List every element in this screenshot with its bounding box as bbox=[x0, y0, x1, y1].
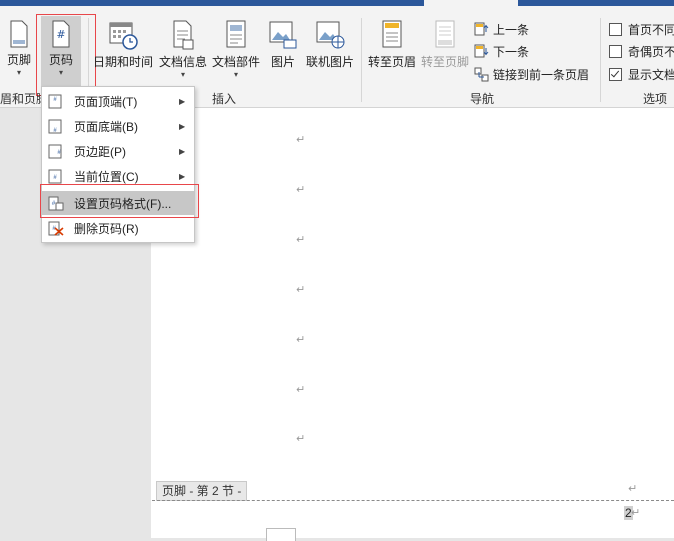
menu-item-label: 删除页码(R) bbox=[74, 221, 139, 236]
paragraph-mark: ↵ bbox=[296, 333, 306, 346]
chevron-down-icon: ▾ bbox=[180, 70, 185, 79]
previous-button[interactable]: 上一条 bbox=[474, 21, 529, 38]
next-page-edge bbox=[266, 528, 296, 541]
svg-text:#: # bbox=[56, 28, 65, 41]
checkbox-box-checked bbox=[609, 68, 622, 81]
previous-icon bbox=[474, 22, 489, 36]
footer-boundary-line bbox=[152, 500, 674, 501]
doc-parts-label: 文档部件 bbox=[211, 55, 260, 69]
checkbox-box bbox=[609, 23, 622, 36]
remove-page-number-icon: # bbox=[48, 221, 64, 236]
picture-label: 图片 bbox=[270, 55, 295, 69]
different-first-page-checkbox[interactable]: 首页不同 bbox=[609, 21, 674, 38]
goto-footer-icon bbox=[435, 20, 455, 48]
footer-icon bbox=[10, 20, 28, 48]
paragraph-mark: ↵ bbox=[296, 383, 306, 396]
current-position-number-icon: # bbox=[48, 169, 62, 184]
menu-item-top-of-page[interactable]: # 页面顶端(T) ▶ bbox=[42, 89, 194, 113]
page-top-number-icon: # bbox=[48, 94, 62, 109]
goto-footer-label: 转至页脚 bbox=[420, 55, 469, 69]
link-previous-button[interactable]: 链接到前一条页眉 bbox=[474, 66, 589, 83]
online-picture-icon bbox=[316, 21, 345, 49]
goto-footer-button[interactable]: 转至页脚 bbox=[419, 20, 471, 70]
chevron-down-icon: ▾ bbox=[16, 68, 21, 77]
goto-header-button[interactable]: 转至页眉 bbox=[366, 20, 418, 70]
page-number-button-label: 页码 bbox=[48, 53, 73, 67]
doc-parts-button[interactable]: 文档部件 ▾ bbox=[210, 20, 262, 79]
doc-info-button[interactable]: 文档信息 ▾ bbox=[157, 20, 209, 79]
highlight-frame-format-item bbox=[40, 184, 199, 218]
goto-header-label: 转至页眉 bbox=[367, 55, 416, 69]
calendar-clock-icon bbox=[109, 22, 138, 50]
chevron-down-icon: ▾ bbox=[58, 68, 63, 77]
menu-item-bottom-of-page[interactable]: # 页面底端(B) ▶ bbox=[42, 114, 194, 138]
doc-info-label: 文档信息 bbox=[158, 55, 207, 69]
date-time-button[interactable]: 日期和时间 bbox=[91, 20, 155, 70]
paragraph-mark: ↵ bbox=[296, 183, 306, 196]
link-icon bbox=[474, 67, 489, 82]
document-info-icon bbox=[173, 20, 194, 50]
next-button[interactable]: 下一条 bbox=[474, 43, 529, 60]
previous-label: 上一条 bbox=[493, 23, 530, 37]
different-odd-even-label: 奇偶页不 bbox=[628, 45, 674, 59]
online-picture-label: 联机图片 bbox=[305, 55, 354, 69]
show-document-text-label: 显示文档 bbox=[628, 68, 674, 82]
paragraph-mark: ↵ bbox=[296, 432, 306, 445]
menu-item-label: 当前位置(C) bbox=[74, 169, 139, 184]
group-separator bbox=[361, 18, 362, 102]
picture-button[interactable]: 图片 bbox=[266, 20, 300, 70]
submenu-arrow-icon: ▶ bbox=[179, 146, 186, 156]
group-separator bbox=[600, 18, 601, 102]
page-number-dropdown-menu: # 页面顶端(T) ▶ # 页面底端(B) ▶ # 页边距(P) ▶ # 当前位… bbox=[41, 86, 195, 243]
online-picture-button[interactable]: 联机图片 bbox=[304, 20, 356, 70]
submenu-arrow-icon: ▶ bbox=[179, 171, 186, 181]
group-label-navigation: 导航 bbox=[470, 92, 495, 106]
page-bottom-number-icon: # bbox=[48, 119, 62, 134]
menu-item-label: 页边距(P) bbox=[74, 144, 126, 159]
paragraph-mark: ↵ bbox=[296, 233, 306, 246]
page-number-icon: # bbox=[52, 20, 70, 48]
submenu-arrow-icon: ▶ bbox=[179, 96, 186, 106]
menu-item-page-margins[interactable]: # 页边距(P) ▶ bbox=[42, 139, 194, 163]
paragraph-mark: ↵ bbox=[296, 133, 306, 146]
paragraph-mark: ↵ bbox=[631, 506, 641, 519]
show-document-text-checkbox[interactable]: 显示文档 bbox=[609, 66, 674, 83]
menu-item-remove-page-numbers[interactable]: # 删除页码(R) bbox=[42, 216, 194, 240]
submenu-arrow-icon: ▶ bbox=[179, 121, 186, 131]
page-margin-number-icon: # bbox=[48, 144, 62, 159]
different-odd-even-checkbox[interactable]: 奇偶页不 bbox=[609, 43, 674, 60]
document-page[interactable] bbox=[151, 108, 674, 538]
menu-item-label: 页面顶端(T) bbox=[74, 94, 138, 109]
document-parts-icon bbox=[226, 20, 246, 48]
date-time-label: 日期和时间 bbox=[92, 55, 153, 69]
chevron-down-icon: ▾ bbox=[233, 70, 238, 79]
footer-button[interactable]: 页脚 ▾ bbox=[5, 20, 33, 77]
footer-section-tag: 页脚 - 第 2 节 - bbox=[156, 481, 248, 501]
link-previous-label: 链接到前一条页眉 bbox=[493, 68, 590, 82]
footer-button-label: 页脚 bbox=[6, 53, 31, 67]
checkbox-box bbox=[609, 45, 622, 58]
paragraph-mark: ↵ bbox=[628, 482, 638, 495]
picture-icon bbox=[269, 21, 297, 49]
different-first-page-label: 首页不同 bbox=[628, 23, 674, 37]
next-icon bbox=[474, 44, 489, 58]
goto-header-icon bbox=[382, 20, 402, 48]
menu-item-label: 页面底端(B) bbox=[74, 119, 138, 134]
paragraph-mark: ↵ bbox=[296, 283, 306, 296]
group-label-options: 选项 bbox=[643, 92, 668, 106]
next-label: 下一条 bbox=[493, 45, 530, 59]
page-number-button[interactable]: # 页码 ▾ bbox=[41, 20, 81, 77]
group-label-insert: 插入 bbox=[212, 92, 237, 106]
